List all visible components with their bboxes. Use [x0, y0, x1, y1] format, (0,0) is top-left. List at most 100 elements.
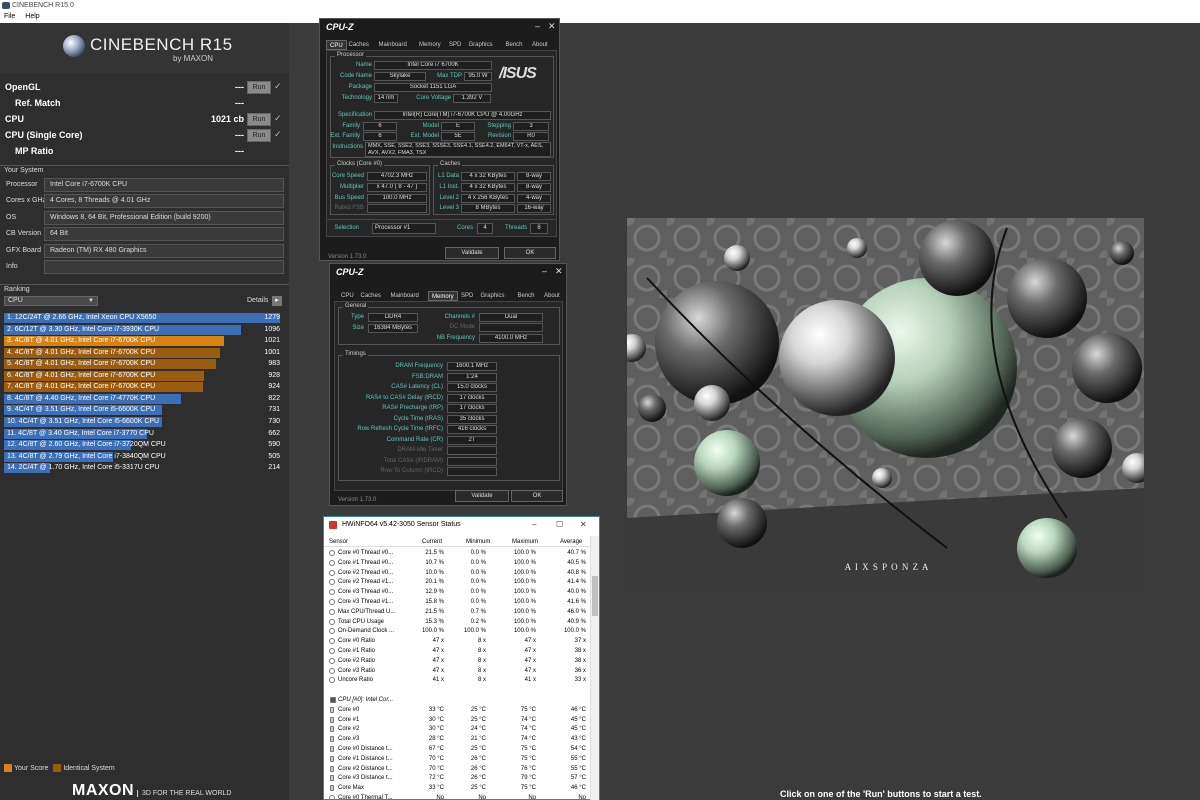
tab-spd[interactable]: SPD [458, 291, 476, 301]
tab-cpu[interactable]: CPU [338, 291, 357, 301]
sensor-row[interactable]: Core #2 Thread #1... 20.1 % 0.0 % 100.0 % 41… [324, 577, 590, 587]
run-button[interactable]: Run [247, 129, 271, 142]
ranking-row[interactable]: 7. 4C/8T @ 4.01 GHz, Intel Core i7-6700K… [4, 382, 282, 393]
validate-button[interactable]: Validate [455, 490, 509, 502]
menu-help[interactable]: Help [25, 11, 39, 23]
sensor-minimum: 26 °C [470, 775, 486, 782]
scrollbar-thumb[interactable] [592, 576, 598, 616]
sensor-row[interactable]: CPU [#0]: Intel Cor... [324, 695, 590, 705]
validate-button[interactable]: Validate [445, 247, 499, 259]
col-current[interactable]: Current [422, 539, 442, 545]
tab-mainboard[interactable]: Mainboard [376, 40, 410, 50]
tab-bench[interactable]: Bench [515, 291, 538, 301]
maximize-icon[interactable]: ☐ [556, 520, 563, 529]
system-value: 64 Bit [44, 227, 284, 242]
sensor-row[interactable]: On-Demand Clock ... 100.0 % 100.0 % 100.0 %… [324, 626, 590, 636]
ranking-row[interactable]: 8. 4C/8T @ 4.40 GHz, Intel Core i7-4770K… [4, 393, 282, 404]
ranking-row[interactable]: 4. 4C/8T @ 4.01 GHz, Intel Core i7-6700K… [4, 347, 282, 358]
sensor-minimum: 0.0 % [470, 599, 486, 605]
tab-memory[interactable]: Memory [416, 40, 444, 50]
sensor-row[interactable]: Core #2 Distance t... 70 °C 26 °C 76 °C 55 °… [324, 764, 590, 774]
ranking-row[interactable]: 10. 4C/4T @ 3.51 GHz, Intel Core i5-6600… [4, 416, 282, 427]
sensor-row[interactable]: Core #1 Distance t... 70 °C 26 °C 75 °C 55 °… [324, 754, 590, 764]
sensor-row[interactable]: Core #3 Thread #1... 15.8 % 0.0 % 100.0 % 41… [324, 597, 590, 607]
sensor-row[interactable]: Core #0 Thread #0... 21.5 % 0.0 % 100.0 % 40… [324, 548, 590, 558]
tab-mainboard[interactable]: Mainboard [388, 291, 422, 301]
menu-file[interactable]: File [4, 11, 15, 23]
sensor-row[interactable]: Core #2 Thread #0... 10.0 % 0.0 % 100.0 % 40… [324, 568, 590, 578]
col-minimum[interactable]: Minimum [466, 539, 490, 545]
checkmark-icon[interactable]: ✓ [274, 113, 282, 124]
sensor-name: Core #1 Distance t... [338, 755, 393, 762]
minimize-icon[interactable]: – [532, 520, 536, 529]
details-button[interactable]: ▸ [272, 296, 282, 306]
ranking-row[interactable]: 13. 4C/8T @ 2.79 GHz, Intel Core i7-3840… [4, 451, 282, 462]
sensor-row[interactable] [324, 685, 590, 695]
sensor-row[interactable]: Core #3 28 °C 21 °C 74 °C 43 °C [324, 734, 590, 744]
col-maximum[interactable]: Maximum [512, 539, 538, 545]
sensor-row[interactable]: Core #3 Distance t... 72 °C 26 °C 79 °C 57 °… [324, 773, 590, 783]
run-button[interactable]: Run [247, 81, 271, 94]
tab-spd[interactable]: SPD [446, 40, 464, 50]
sensor-row[interactable]: Core #2 30 °C 24 °C 74 °C 45 °C [324, 724, 590, 734]
sensor-row[interactable]: Core #0 33 °C 25 °C 75 °C 46 °C [324, 705, 590, 715]
close-icon[interactable]: ✕ [548, 21, 556, 32]
checkmark-icon[interactable]: ✓ [274, 129, 282, 140]
col-sensor[interactable]: Sensor [329, 539, 348, 545]
sensor-row[interactable]: Max CPU/Thread U... 21.5 % 0.7 % 100.0 % 46.… [324, 607, 590, 617]
tab-caches[interactable]: Caches [358, 291, 384, 301]
tab-graphics[interactable]: Graphics [478, 291, 508, 301]
package-value: Socket 1151 LGA [374, 83, 492, 92]
ranking-row[interactable]: 14. 2C/4T @ 1.70 GHz, Intel Core i5-3317… [4, 463, 282, 474]
ranking-row[interactable]: 6. 4C/8T @ 4.01 GHz, Intel Core i7-6700K… [4, 370, 282, 381]
sensor-row[interactable]: Core #0 Ratio 47 x 8 x 47 x 37 x [324, 636, 590, 646]
close-icon[interactable]: ✕ [580, 520, 587, 529]
sensor-minimum: 8 x [477, 667, 486, 674]
ranking-row[interactable]: 1. 12C/24T @ 2.66 GHz, Intel Xeon CPU X5… [4, 313, 282, 323]
sensor-row[interactable]: Core #0 Thermal T... No No No No [324, 793, 590, 800]
run-button[interactable]: Run [247, 113, 271, 126]
ranking-row[interactable]: 5. 4C/8T @ 4.01 GHz, Intel Core i7-6700K… [4, 359, 282, 370]
tab-about[interactable]: About [541, 291, 563, 301]
ok-button[interactable]: OK [511, 490, 563, 502]
col-average[interactable]: Average [560, 539, 582, 545]
sensor-current: 28 °C [428, 736, 444, 743]
ranking-row[interactable]: 12. 4C/8T @ 2.60 GHz, Intel Core i7-3720… [4, 440, 282, 451]
benchmark-row: CPU 1021 cb Run ✓ [0, 112, 289, 128]
sensor-row[interactable]: Core #1 Ratio 47 x 8 x 47 x 38 x [324, 646, 590, 656]
sensor-name: Total CPU Usage [338, 618, 385, 625]
sensor-row[interactable]: Core #1 30 °C 25 °C 74 °C 45 °C [324, 715, 590, 725]
sensor-row[interactable]: Core #2 Ratio 47 x 8 x 47 x 38 x [324, 656, 590, 666]
tab-cpu[interactable]: CPU [326, 40, 347, 50]
selection-dropdown[interactable]: Processor #1 [372, 223, 436, 234]
ok-button[interactable]: OK [504, 247, 556, 259]
sensor-row[interactable]: Core #3 Thread #0... 12.9 % 0.0 % 100.0 % 40… [324, 587, 590, 597]
checkmark-icon[interactable]: ✓ [274, 81, 282, 92]
close-icon[interactable]: ✕ [555, 266, 563, 277]
minimize-icon[interactable]: – [542, 266, 547, 276]
tab-memory[interactable]: Memory [428, 291, 458, 301]
ranking-row[interactable]: 9. 4C/4T @ 3.51 GHz, Intel Core i5-6600K… [4, 405, 282, 416]
sensor-row[interactable]: Total CPU Usage 15.3 % 0.2 % 100.0 % 40.9 % [324, 617, 590, 627]
cpuz-memory-panel: General Type DDR4 Size 16384 MBytes Chan… [334, 301, 563, 491]
ranking-dropdown[interactable]: CPU ▼ [4, 296, 98, 306]
legend-identical: Identical System [63, 764, 115, 772]
ranking-row[interactable]: 2. 6C/12T @ 3.30 GHz, Intel Core i7-3930… [4, 324, 282, 335]
scrollbar[interactable] [590, 536, 599, 800]
tab-bench[interactable]: Bench [503, 40, 526, 50]
minimize-icon[interactable]: – [535, 21, 540, 31]
panel-splitter[interactable] [289, 23, 294, 800]
system-value[interactable] [44, 260, 284, 274]
sensor-row[interactable]: Core #3 Ratio 47 x 8 x 47 x 36 x [324, 666, 590, 676]
ranking-row[interactable]: 11. 4C/8T @ 3.40 GHz, Intel Core i7-3770… [4, 428, 282, 439]
sensor-row[interactable]: Core #0 Distance t... 67 °C 25 °C 75 °C 54 °… [324, 744, 590, 754]
sensor-row[interactable]: Core #1 Thread #0... 10.7 % 0.0 % 100.0 % 40… [324, 558, 590, 568]
details-label: Details [247, 297, 269, 304]
tab-graphics[interactable]: Graphics [466, 40, 496, 50]
tab-about[interactable]: About [529, 40, 551, 50]
tab-caches[interactable]: Caches [346, 40, 372, 50]
sensor-row[interactable]: Core Max 33 °C 25 °C 75 °C 46 °C [324, 783, 590, 793]
sensor-row[interactable]: Uncore Ratio 41 x 8 x 41 x 33 x [324, 675, 590, 685]
sensor-minimum: 0.2 % [470, 618, 486, 625]
ranking-row[interactable]: 3. 4C/8T @ 4.01 GHz, Intel Core i7-6700K… [4, 336, 282, 347]
